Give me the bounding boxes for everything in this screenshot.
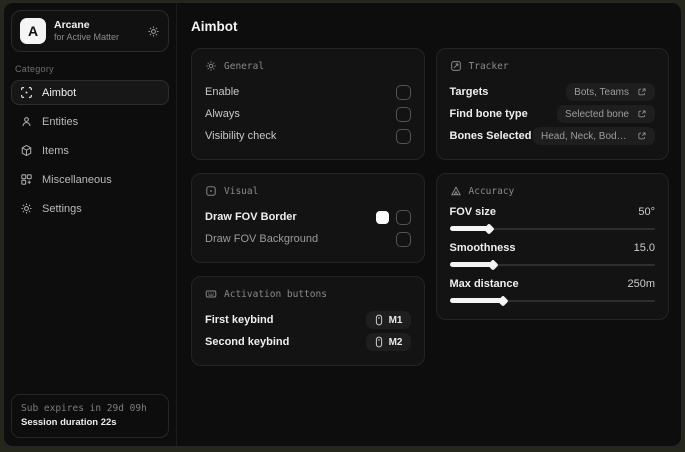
setting-row-always: Always [205,103,411,125]
slider-value: 250m [627,278,655,290]
cheat-menu-window: A Arcane for Active Matter Category Aimb… [3,2,682,447]
general-card: General Enable Always Visibility check [191,48,425,160]
expand-icon [637,131,647,141]
card-title: Visual [224,185,259,197]
triangle-ruler-icon [450,185,462,197]
grid-icon [20,173,33,186]
setting-row-first-keybind: First keybind M1 [205,309,411,331]
first-keybind-button[interactable]: M1 [365,311,411,329]
card-title: Accuracy [468,185,515,197]
max-distance-slider[interactable] [449,294,655,307]
keyboard-icon [205,288,217,300]
visibility-check-checkbox[interactable] [395,128,411,144]
smoothness-slider[interactable] [449,258,655,271]
second-keybind-button[interactable]: M2 [365,333,411,351]
sidebar-nav: Aimbot Entities Items Miscellaneous Sett… [11,80,169,221]
fov-border-color-swatch[interactable] [375,210,389,224]
slider-thumb[interactable] [486,258,499,271]
cube-icon [20,144,33,157]
sidebar-item-label: Aimbot [42,86,77,99]
setting-row-find-bone-type: Find bone type Selected bone [450,103,655,125]
targets-select[interactable]: Bots, Teams [566,83,655,101]
slider-fov-size: FOV size 50° [449,206,655,235]
sidebar-item-items[interactable]: Items [11,138,169,163]
card-title: General [224,60,265,72]
sidebar: A Arcane for Active Matter Category Aimb… [4,3,177,446]
setting-row-bones-selected: Bones Selected Head, Neck, Body, Pe… [450,125,655,147]
setting-row-enable: Enable [205,81,411,103]
enable-checkbox[interactable] [395,84,411,100]
gear-icon [20,202,33,215]
fov-background-checkbox[interactable] [395,231,411,247]
accuracy-card: Accuracy FOV size 50° Smoothness 15.0 Ma… [435,173,669,320]
session-duration-text: Session duration 22s [21,416,117,428]
tracker-card: Tracker Targets Bots, Teams Find bone ty… [435,48,669,160]
tracker-icon [450,60,462,72]
setting-row-fov-background: Draw FOV Background [205,228,411,250]
fov-size-slider[interactable] [449,222,655,235]
setting-row-fov-border: Draw FOV Border [205,206,411,228]
app-name: Arcane [54,18,90,31]
expand-icon [637,109,647,119]
sidebar-item-entities[interactable]: Entities [11,109,169,134]
setting-row-visibility-check: Visibility check [205,125,411,147]
slider-smoothness: Smoothness 15.0 [449,242,655,271]
gear-icon [205,60,217,72]
app-logo: A [20,18,46,44]
slider-value: 50° [638,206,655,218]
sidebar-item-label: Miscellaneous [42,173,112,186]
always-checkbox[interactable] [395,106,411,122]
slider-thumb[interactable] [482,222,495,235]
page-title: Aimbot [191,19,238,34]
keybind-value: M2 [388,336,403,348]
brand-card: A Arcane for Active Matter [11,10,169,52]
select-value: Head, Neck, Body, Pe… [541,130,629,142]
card-title: Activation buttons [224,288,327,300]
sub-expires-text: Sub expires in 29d 09h [21,402,147,414]
sidebar-item-miscellaneous[interactable]: Miscellaneous [11,167,169,192]
keybind-value: M1 [388,314,403,326]
category-label: Category [15,64,54,74]
mouse-icon [374,314,384,326]
setting-row-second-keybind: Second keybind M2 [205,331,411,353]
select-value: Selected bone [565,108,629,120]
app-tagline: for Active Matter [54,31,120,42]
sidebar-item-label: Settings [42,202,82,215]
main-content: Aimbot General Enable Always Visibility … [177,3,681,446]
slider-thumb[interactable] [497,294,509,307]
fov-border-checkbox[interactable] [395,209,411,225]
slider-max-distance: Max distance 250m [449,278,655,307]
sidebar-item-label: Items [42,144,69,157]
activation-card: Activation buttons First keybind M1 Seco… [191,276,425,366]
visual-card: Visual Draw FOV Border Draw FOV Backgrou… [191,173,425,263]
person-scan-icon [20,115,33,128]
frame-icon [205,185,217,197]
find-bone-type-select[interactable]: Selected bone [557,105,655,123]
card-title: Tracker [468,60,509,72]
expand-icon [637,87,647,97]
sidebar-item-settings[interactable]: Settings [11,196,169,221]
sidebar-item-label: Entities [42,115,79,128]
slider-value: 15.0 [633,242,655,254]
bones-selected-select[interactable]: Head, Neck, Body, Pe… [533,127,655,145]
sidebar-item-aimbot[interactable]: Aimbot [11,80,169,105]
select-value: Bots, Teams [574,86,629,98]
crosshair-icon [20,86,33,99]
mouse-icon [374,336,384,348]
settings-gear-icon[interactable] [147,25,160,38]
setting-row-targets: Targets Bots, Teams [450,81,655,103]
subscription-card: Sub expires in 29d 09h Session duration … [11,393,169,438]
